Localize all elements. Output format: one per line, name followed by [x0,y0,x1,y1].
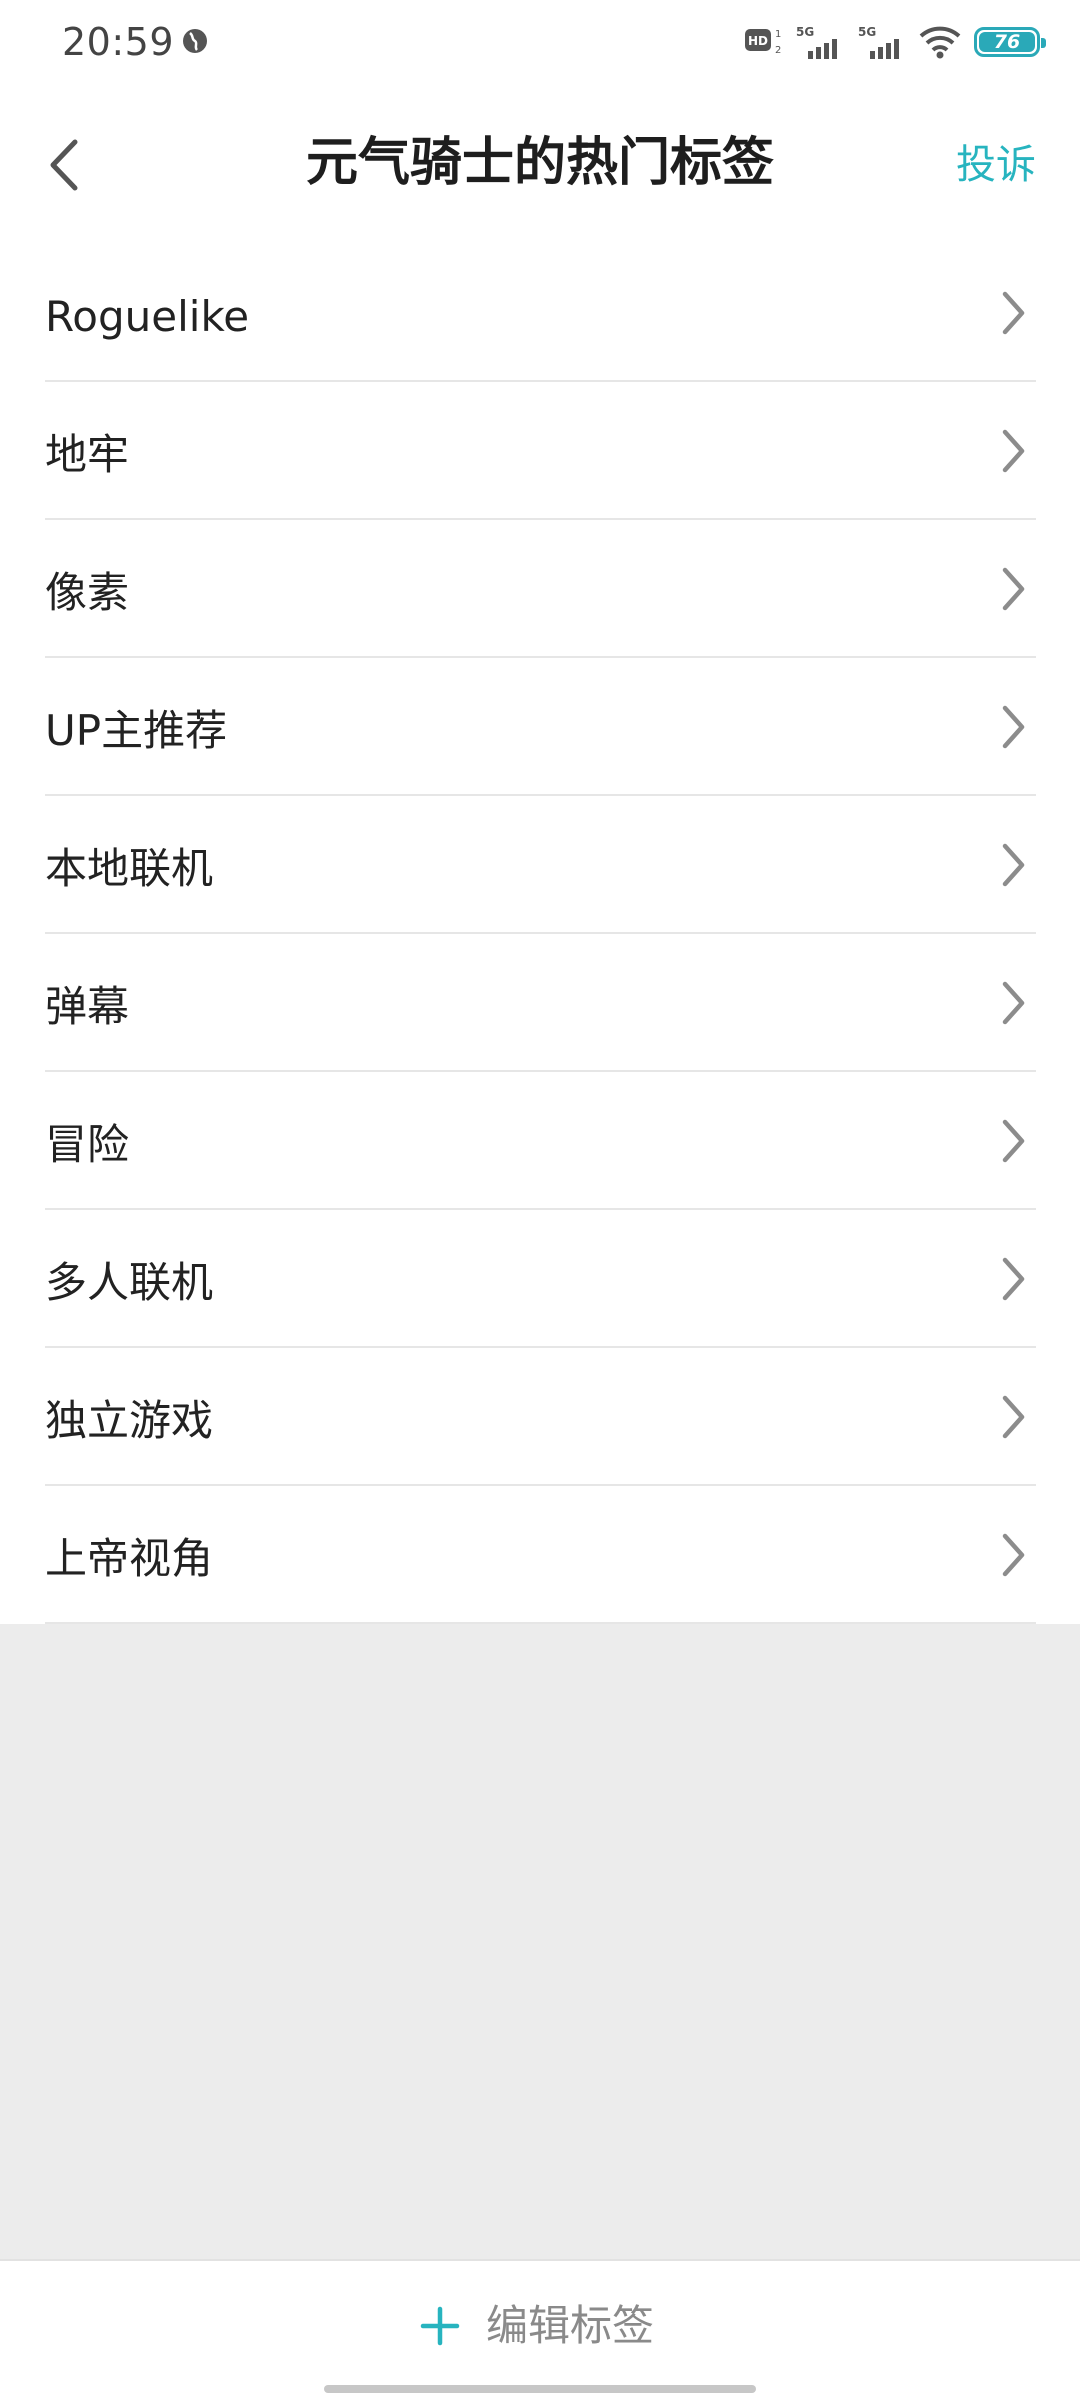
report-button[interactable]: 投诉 [956,140,1036,190]
home-indicator[interactable] [324,2385,756,2393]
chevron-right-icon [1002,843,1025,887]
tag-list-item[interactable]: 独立游戏 [45,1348,1036,1486]
tag-list-item[interactable]: UP主推荐 [45,658,1036,796]
battery-cap [1041,38,1046,48]
tag-list-item[interactable]: 本地联机 [45,796,1036,934]
network-1-label: 5G [796,25,814,39]
status-icons: HD 1 2 5G 5G 76 [744,18,1046,66]
header: 元气骑士的热门标签 投诉 [0,84,1080,244]
chevron-right-icon [1002,981,1025,1025]
plus-icon [420,2306,460,2346]
signal-icon: 5G [858,25,899,59]
tag-list-item[interactable]: 地牢 [45,382,1036,520]
chevron-right-icon [1002,705,1025,749]
page-title: 元气骑士的热门标签 [305,133,774,193]
battery-icon: 76 [974,27,1046,57]
tag-label: 本地联机 [45,844,214,893]
tag-label: Roguelike [45,292,250,341]
bottom-bar: 编辑标签 [0,2259,1080,2400]
tag-list-item[interactable]: 冒险 [45,1072,1036,1210]
hd-icon: HD 1 2 [745,29,781,56]
tag-list-item[interactable]: 像素 [45,520,1036,658]
tag-label: 像素 [45,568,130,617]
tag-label: 冒险 [45,1120,130,1169]
tag-list: Roguelike 地牢 像素 UP主推荐 本地联机 弹幕 冒险 多人联机 独立… [0,244,1080,1624]
hd-text: HD [748,34,768,48]
tag-label: 独立游戏 [45,1396,214,1445]
svg-text:1: 1 [775,29,781,40]
chevron-right-icon [1002,1395,1025,1439]
chevron-right-icon [1002,1119,1025,1163]
status-bar: 20:59 HD 1 2 5G 5G 76 [0,0,1080,84]
tag-list-item[interactable]: 上帝视角 [45,1486,1036,1624]
wifi-icon [919,26,961,59]
tag-list-item[interactable]: 弹幕 [45,934,1036,1072]
back-button[interactable] [34,130,94,200]
chevron-left-icon [50,139,78,191]
tag-label: UP主推荐 [45,706,228,755]
tag-label: 弹幕 [45,982,130,1031]
tag-list-item[interactable]: 多人联机 [45,1210,1036,1348]
signal-icon: 5G [796,25,837,59]
edit-tags-label: 编辑标签 [486,2301,655,2350]
chevron-right-icon [1002,429,1025,473]
network-2-label: 5G [858,25,876,39]
svg-text:2: 2 [775,45,781,56]
chevron-right-icon [1002,567,1025,611]
tag-label: 地牢 [45,430,130,479]
tag-label: 上帝视角 [45,1534,214,1583]
status-time: 20:59 [62,20,175,64]
battery-level: 76 [979,32,1035,52]
chevron-right-icon [1002,291,1025,335]
edit-tags-button[interactable]: 编辑标签 [420,2291,654,2361]
tag-list-item[interactable]: Roguelike [45,244,1036,382]
globe-icon [183,29,207,53]
tag-label: 多人联机 [45,1258,214,1307]
chevron-right-icon [1002,1257,1025,1301]
chevron-right-icon [1002,1533,1025,1577]
